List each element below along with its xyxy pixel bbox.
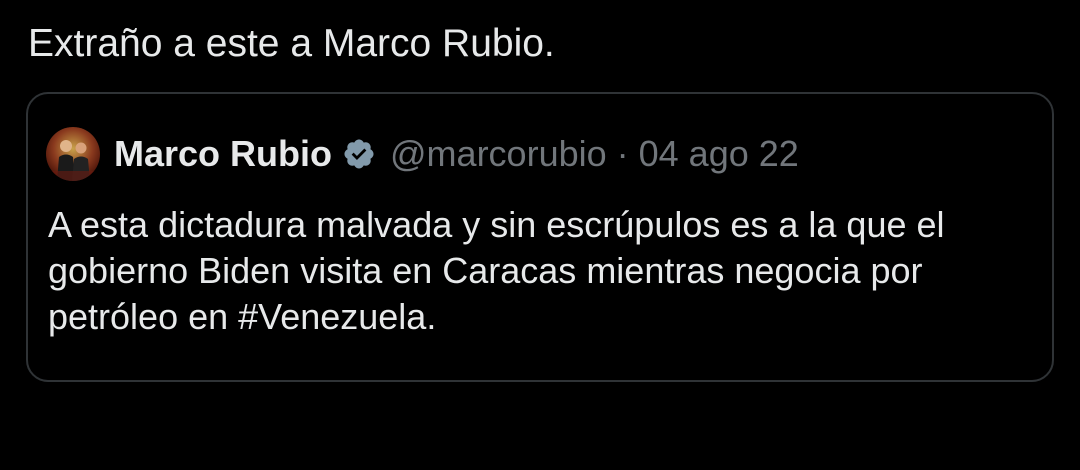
author-avatar[interactable] bbox=[46, 127, 100, 181]
author-name[interactable]: Marco Rubio bbox=[114, 133, 332, 175]
quoted-tweet-header: Marco Rubio @marcorubio · 04 ago 22 bbox=[46, 126, 799, 182]
author-handle[interactable]: @marcorubio bbox=[390, 133, 607, 175]
quoted-tweet-card[interactable]: Marco Rubio @marcorubio · 04 ago 22 A es… bbox=[26, 92, 1054, 382]
tweet-date[interactable]: 04 ago 22 bbox=[639, 133, 799, 175]
tweet-text: Extraño a este a Marco Rubio. bbox=[28, 22, 555, 65]
header-separator: · bbox=[616, 133, 629, 174]
verified-badge-icon bbox=[342, 137, 376, 171]
quoted-tweet-text: A esta dictadura malvada y sin escrúpulo… bbox=[48, 204, 945, 337]
